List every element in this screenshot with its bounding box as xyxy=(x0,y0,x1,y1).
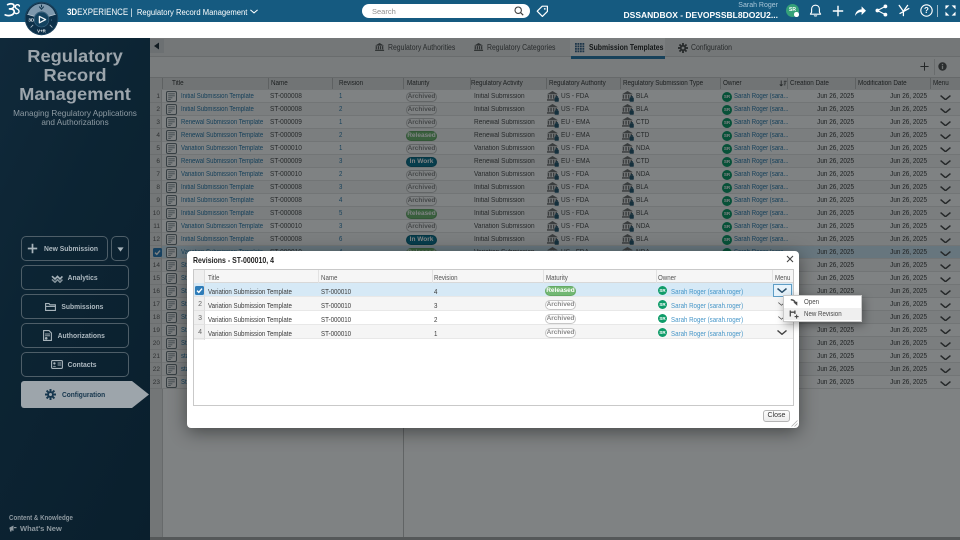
svg-text:?: ? xyxy=(924,6,929,15)
svg-text:V+R: V+R xyxy=(37,29,46,34)
svg-text:3D: 3D xyxy=(28,17,35,22)
